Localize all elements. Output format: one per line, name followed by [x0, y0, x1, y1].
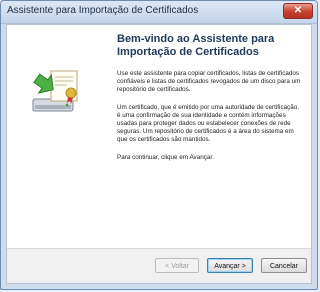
wizard-content: Bem-vindo ao Assistente para Importação …	[117, 33, 303, 245]
wizard-side-panel	[7, 25, 105, 249]
window-title: Assistente para Importação de Certificad…	[7, 5, 199, 16]
certificate-description-paragraph: Um certificado, que é emitido por uma au…	[117, 103, 300, 144]
close-icon: ✕	[293, 5, 303, 16]
title-bar[interactable]: Assistente para Importação de Certificad…	[1, 1, 317, 24]
wizard-body: Bem-vindo ao Assistente para Importação …	[6, 24, 312, 284]
next-button[interactable]: Avançar >	[207, 258, 253, 273]
cancel-button[interactable]: Cancelar	[261, 258, 307, 273]
wizard-heading: Bem-vindo ao Assistente para Importação …	[117, 33, 275, 58]
certificate-import-icon	[32, 70, 78, 112]
continue-instruction: Para continuar, clique em Avançar.	[117, 153, 214, 161]
back-button[interactable]: < Voltar	[155, 258, 199, 273]
close-button[interactable]: ✕	[283, 3, 313, 19]
intro-paragraph: Use este assistente para copiar certific…	[117, 70, 301, 94]
wizard-window: Assistente para Importação de Certificad…	[0, 0, 318, 290]
button-bar: < Voltar Avançar > Cancelar	[7, 248, 311, 283]
